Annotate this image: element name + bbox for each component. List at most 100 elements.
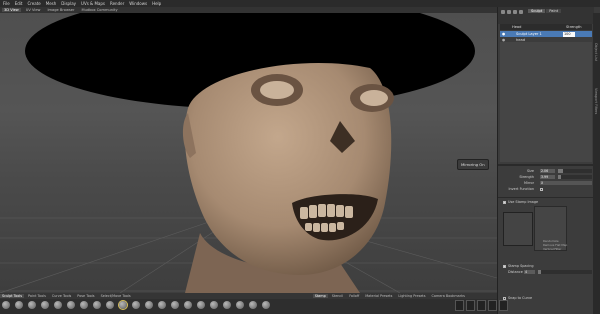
- menu-uvs-maps[interactable]: UVs & Maps: [81, 1, 105, 6]
- menu-mesh[interactable]: Mesh: [46, 1, 57, 6]
- tab-lighting-presets[interactable]: Lighting Presets: [396, 294, 427, 298]
- layer-icon[interactable]: [501, 10, 505, 14]
- menu-display[interactable]: Display: [61, 1, 76, 6]
- tab-falloff[interactable]: Falloff: [347, 294, 361, 298]
- knife-tool-icon[interactable]: [158, 301, 166, 309]
- sculpt-tool-icons: [2, 301, 270, 309]
- menu-file[interactable]: File: [3, 1, 10, 6]
- merge-layer-icon[interactable]: [519, 10, 523, 14]
- menu-edit[interactable]: Edit: [15, 1, 23, 6]
- size-input[interactable]: 2.06: [540, 169, 555, 173]
- smooth-tool-icon[interactable]: [15, 301, 23, 309]
- tab-3d-view[interactable]: 3D View: [2, 8, 21, 12]
- contrast-tool-icon[interactable]: [249, 301, 257, 309]
- tab-material-presets[interactable]: Material Presets: [363, 294, 394, 298]
- layer-header-strength: Strength: [566, 25, 582, 29]
- imprint-tool-icon[interactable]: [106, 301, 114, 309]
- stamp-spacing-row: Stamp Spacing: [500, 264, 592, 269]
- snap-to-curve-row: Snap to Curve: [500, 296, 592, 301]
- tab-image-browser[interactable]: Image Browser: [46, 8, 77, 12]
- grab-tool-icon[interactable]: [28, 301, 36, 309]
- tab-uv-view[interactable]: UV View: [24, 8, 43, 12]
- invert-function-checkbox[interactable]: [540, 187, 543, 191]
- use-stamp-checkbox[interactable]: [503, 200, 506, 204]
- menu-windows[interactable]: Windows: [129, 1, 147, 6]
- use-stamp-label: Use Stamp Image: [508, 200, 539, 204]
- erase-tool-icon[interactable]: [236, 301, 244, 309]
- panel-header: Sculpt Paint: [498, 7, 594, 24]
- stamp-image-preview[interactable]: [503, 212, 533, 246]
- tab-pose-tools[interactable]: Pose Tools: [75, 294, 96, 298]
- tab-curve-tools[interactable]: Curve Tools: [50, 294, 73, 298]
- fill-tool-icon[interactable]: [145, 301, 153, 309]
- smear-tool-icon[interactable]: [171, 301, 179, 309]
- stamp-thumbnail[interactable]: [499, 300, 508, 311]
- layer-header: Head Strength: [500, 24, 592, 30]
- size-slider[interactable]: [558, 169, 592, 173]
- tab-camera-bookmarks[interactable]: Camera Bookmarks: [430, 294, 467, 298]
- stamp-thumbnail[interactable]: [455, 300, 464, 311]
- layer-header-name: Head: [512, 25, 522, 29]
- size-label: Size: [527, 169, 534, 173]
- mask-tool-icon[interactable]: [223, 301, 231, 309]
- dry-brush-tool-icon[interactable]: [262, 301, 270, 309]
- flatten-tool-icon[interactable]: [54, 301, 62, 309]
- right-side-tabs: Object List Viewport Filters: [593, 13, 600, 314]
- distance-slider[interactable]: [538, 270, 592, 274]
- viewport-scene: [0, 13, 497, 293]
- stamp-thumbnail[interactable]: [477, 300, 486, 311]
- stamp-spacing-checkbox[interactable]: [503, 264, 506, 268]
- stamp-thumbnail[interactable]: [488, 300, 497, 311]
- tab-mudbox-community[interactable]: Mudbox Community: [79, 8, 119, 12]
- strength-slider[interactable]: [558, 175, 592, 179]
- stamp-thumbnail[interactable]: [466, 300, 475, 311]
- scrape-tool-icon[interactable]: [132, 301, 140, 309]
- pinch-tool-icon[interactable]: [41, 301, 49, 309]
- wax-tool-icon[interactable]: [119, 301, 127, 309]
- spray-tool-icon[interactable]: [80, 301, 88, 309]
- panel-divider: [498, 164, 594, 166]
- foamy-tool-icon[interactable]: [67, 301, 75, 309]
- mirroring-label: Mirroring On: [461, 162, 485, 167]
- tab-stencil[interactable]: Stencil: [330, 294, 345, 298]
- menu-create[interactable]: Create: [27, 1, 40, 6]
- stamp-option-vertical-filter[interactable]: Vertical Filter: [543, 247, 561, 251]
- mirror-row: Mirror X: [500, 181, 592, 186]
- right-eye: [360, 90, 388, 106]
- snap-to-curve-label: Snap to Curve: [508, 296, 533, 300]
- 3d-viewport[interactable]: Mirroring On: [0, 13, 497, 293]
- tab-sculpt[interactable]: Sculpt: [528, 9, 546, 13]
- tab-object-list[interactable]: Object List: [594, 43, 598, 61]
- tab-viewport-filters[interactable]: Viewport Filters: [594, 88, 598, 114]
- tool-tray: Sculpt Tools Paint Tools Curve Tools Pos…: [0, 293, 508, 314]
- tab-select-move-tools[interactable]: Select/Move Tools: [99, 294, 133, 298]
- mirror-dropdown[interactable]: X: [540, 181, 592, 185]
- stamp-spacing-label: Stamp Spacing: [508, 264, 534, 268]
- delete-layer-icon[interactable]: [513, 10, 517, 14]
- layer-list-empty-area: [500, 42, 592, 162]
- strength-label: Strength: [519, 175, 534, 179]
- sculpt-tool-icon[interactable]: [2, 301, 10, 309]
- tab-paint-tools[interactable]: Paint Tools: [26, 294, 48, 298]
- add-layer-icon[interactable]: [507, 10, 511, 14]
- mirroring-indicator: Mirroring On: [457, 159, 489, 170]
- stamp-controls: Randomize Remove Flat Map Vertical Filte…: [534, 206, 567, 251]
- freeze-tool-icon[interactable]: [210, 301, 218, 309]
- size-row: Size 2.06: [500, 169, 592, 174]
- layer-name: Sculpt Layer 1: [516, 32, 542, 36]
- repeat-tool-icon[interactable]: [93, 301, 101, 309]
- bulge-tool-icon[interactable]: [184, 301, 192, 309]
- use-stamp-row: Use Stamp Image: [500, 200, 592, 205]
- panel-divider: [498, 197, 594, 198]
- strength-input[interactable]: 3.99: [540, 175, 555, 179]
- tab-sculpt-tools[interactable]: Sculpt Tools: [0, 294, 25, 298]
- menu-render[interactable]: Render: [110, 1, 124, 6]
- visibility-eye-icon[interactable]: ●: [502, 32, 505, 36]
- tool-tray-tabs: Sculpt Tools Paint Tools Curve Tools Pos…: [0, 293, 497, 299]
- distance-input[interactable]: 4: [524, 270, 535, 274]
- tab-stamp[interactable]: Stamp: [312, 294, 328, 298]
- amplify-tool-icon[interactable]: [197, 301, 205, 309]
- layer-strength-input[interactable]: 100: [563, 31, 575, 37]
- tab-paint[interactable]: Paint: [546, 9, 562, 13]
- menu-help[interactable]: Help: [152, 1, 161, 6]
